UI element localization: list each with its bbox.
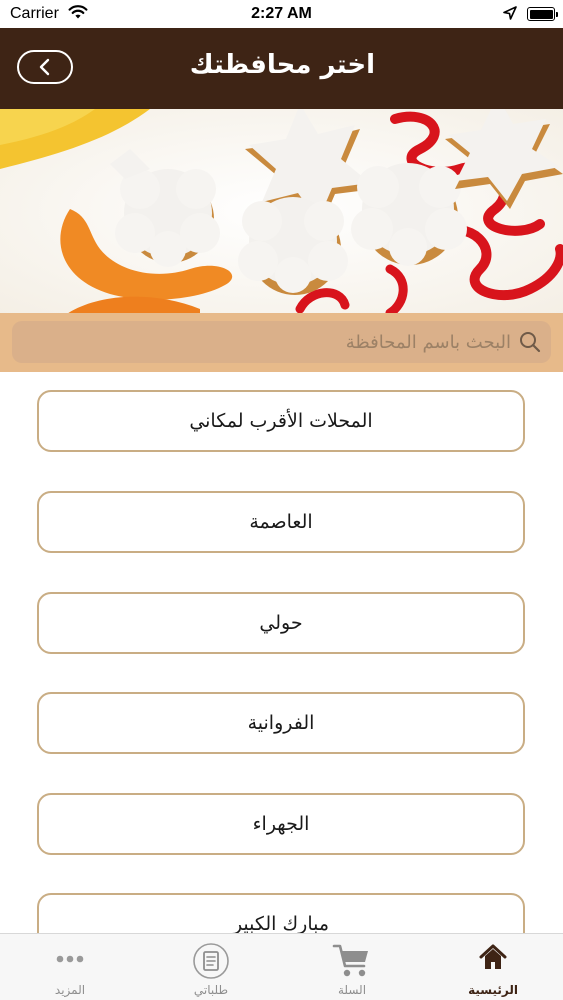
governorate-item-capital[interactable]: العاصمة [37,491,525,553]
search-input[interactable] [51,325,511,359]
tab-home[interactable]: الرئيسية [423,934,563,1000]
header: اختر محافظتك [0,28,563,109]
tab-label-home: الرئيسية [468,983,518,997]
back-button[interactable] [17,50,73,84]
battery-icon [527,7,558,21]
search-bar [0,313,563,372]
governorate-item-mubarak-al-kabeer[interactable]: مبارك الكبير [37,893,525,933]
governorate-item-farwaniya[interactable]: الفروانية [37,692,525,754]
tab-cart[interactable]: السلة [282,934,422,1000]
banner-carousel[interactable] [0,109,563,313]
home-icon [479,944,507,969]
cart-icon [332,944,368,977]
cookies-image [0,109,563,313]
governorate-item-jahra[interactable]: الجهراء [37,793,525,855]
search-icon[interactable] [519,331,541,357]
tab-bar: الرئيسية السلة طلباتي المزيد [0,933,563,1000]
page-title: اختر محافظتك [189,50,375,80]
tab-label-orders: طلباتي [193,983,229,997]
search-box [12,321,551,363]
tab-orders[interactable]: طلباتي [141,934,281,1000]
more-icon [56,955,84,963]
app-screen: Carrier 2:27 AM اختر محافظتك البحث باسم … [0,0,563,1000]
tab-label-more: المزيد [54,983,86,997]
tab-more[interactable]: المزيد [0,934,140,1000]
governorate-list: المحلات الأقرب لمكاني العاصمة حولي الفرو… [0,372,563,933]
orders-icon [193,943,229,979]
governorate-item-nearest[interactable]: المحلات الأقرب لمكاني [37,390,525,452]
tab-label-cart: السلة [337,983,367,997]
clock: 2:27 AM [251,5,312,22]
location-arrow-icon [503,6,517,25]
governorate-item-hawalli[interactable]: حولي [37,592,525,654]
chevron-left-icon [39,58,50,76]
status-bar: Carrier 2:27 AM [0,0,563,28]
